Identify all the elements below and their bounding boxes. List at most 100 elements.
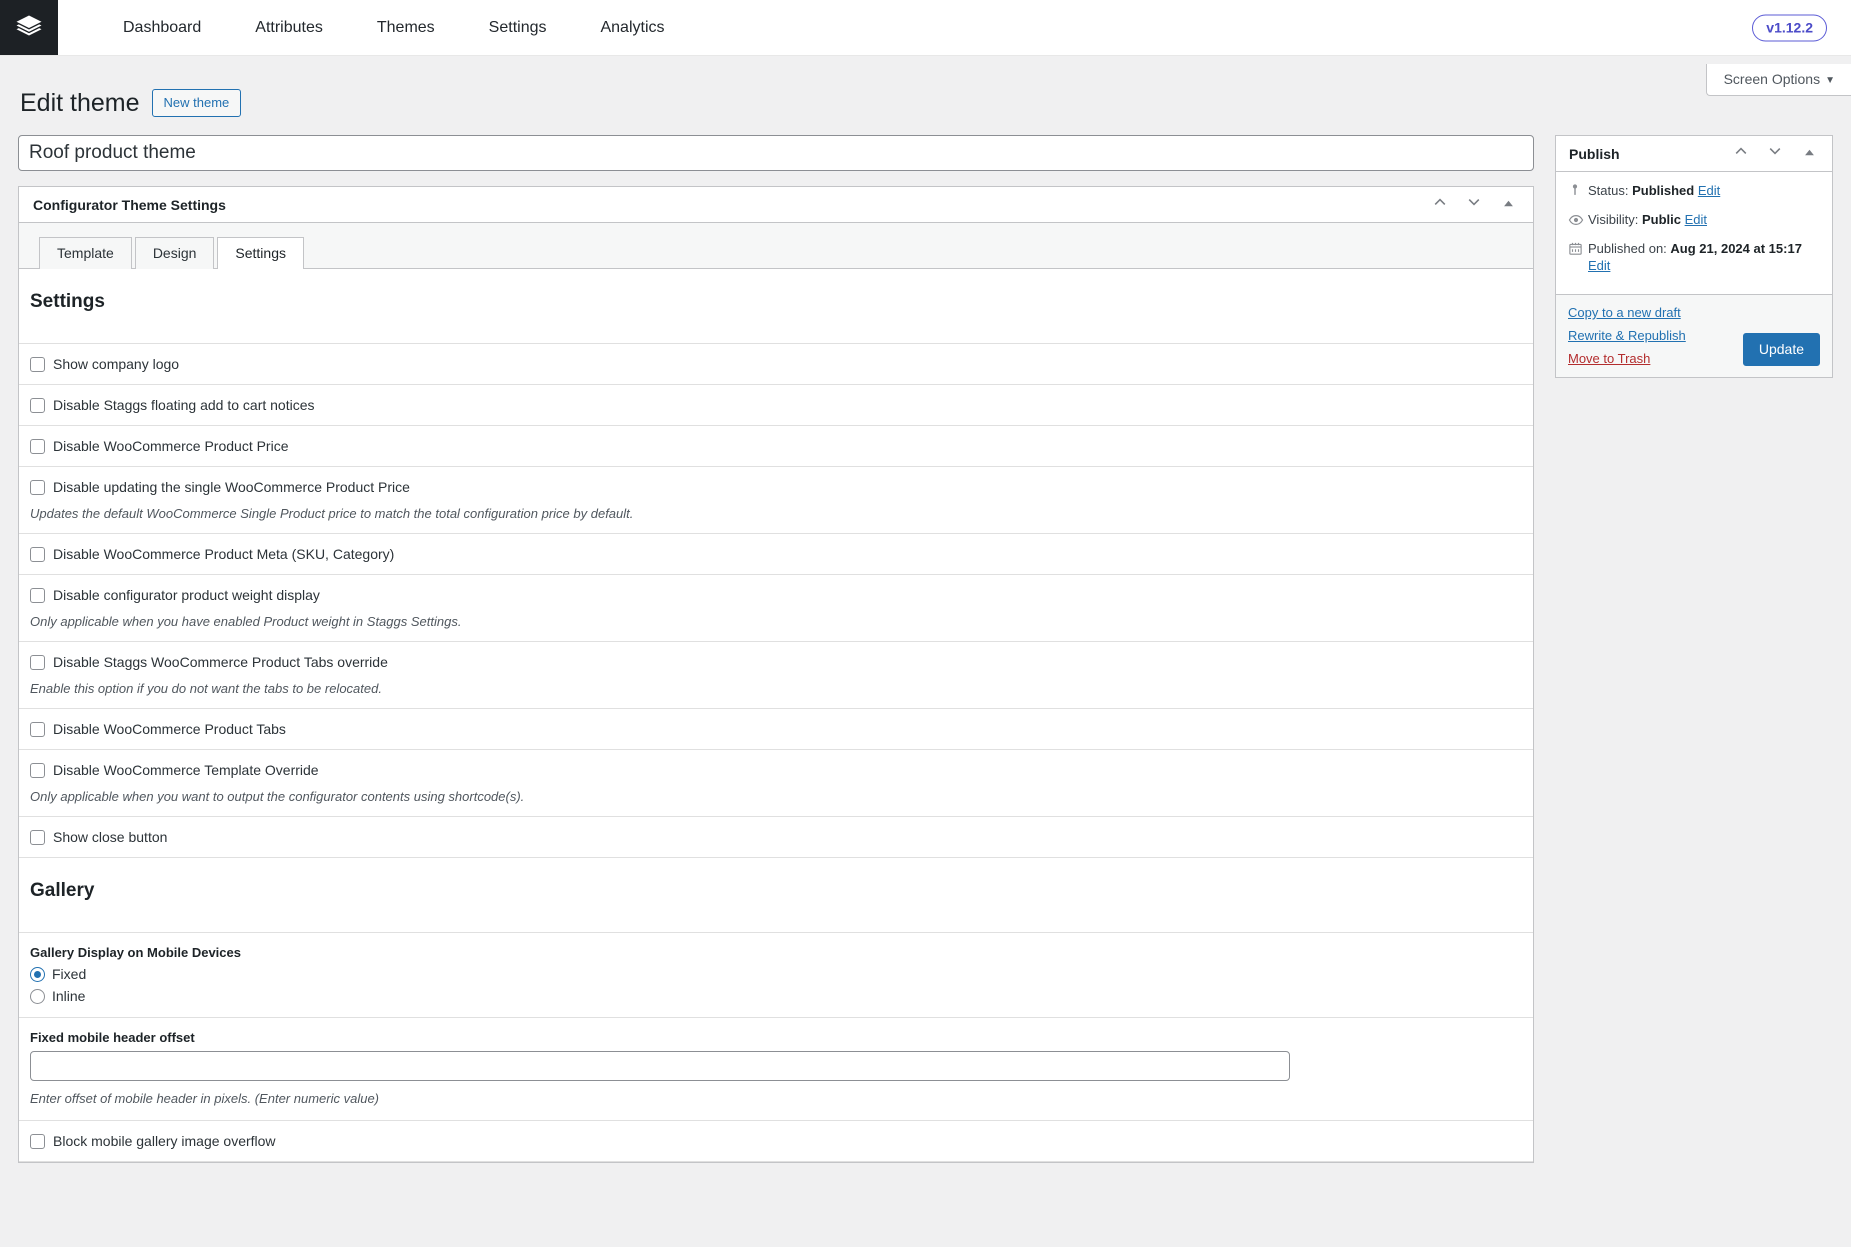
publish-visibility-text: Visibility: Public Edit bbox=[1588, 211, 1707, 228]
checkbox-show-company-logo[interactable] bbox=[30, 356, 45, 372]
publish-date-prefix: Published on: bbox=[1588, 241, 1667, 256]
publish-move-up-button[interactable] bbox=[1728, 141, 1754, 167]
triangle-up-icon bbox=[1804, 145, 1815, 163]
nav-item-analytics[interactable]: Analytics bbox=[573, 0, 691, 56]
checkbox-disable-floating-cart-notices[interactable] bbox=[30, 397, 45, 413]
chevron-up-icon bbox=[1733, 143, 1749, 164]
publish-date-text: Published on: Aug 21, 2024 at 15:17 Edit bbox=[1588, 240, 1820, 274]
option-row: Show close button bbox=[19, 817, 1533, 858]
screen-options-row: Screen Options ▼ bbox=[0, 56, 1851, 96]
version-badge[interactable]: v1.12.2 bbox=[1752, 14, 1827, 41]
configurator-theme-settings-metabox: Configurator Theme Settings Template Des… bbox=[18, 186, 1534, 1163]
update-button[interactable]: Update bbox=[1742, 333, 1820, 366]
publish-date-edit-link[interactable]: Edit bbox=[1588, 258, 1610, 273]
publish-handle-buttons bbox=[1728, 141, 1822, 167]
metabox-move-up-button[interactable] bbox=[1427, 192, 1453, 218]
layers-stack-icon bbox=[14, 13, 44, 43]
option-description: Only applicable when you want to output … bbox=[30, 789, 525, 804]
publish-status-prefix: Status: bbox=[1588, 183, 1629, 198]
mobile-header-offset-label: Fixed mobile header offset bbox=[30, 1030, 195, 1045]
tab-settings[interactable]: Settings bbox=[217, 237, 304, 269]
option-row: Disable updating the single WooCommerce … bbox=[19, 467, 1533, 534]
metabox-title: Configurator Theme Settings bbox=[33, 196, 226, 213]
publish-collapse-toggle[interactable] bbox=[1796, 141, 1822, 167]
tab-template[interactable]: Template bbox=[39, 237, 132, 269]
nav-item-themes[interactable]: Themes bbox=[350, 0, 462, 56]
option-label[interactable]: Disable WooCommerce Template Override bbox=[53, 761, 319, 779]
option-row: Disable WooCommerce Product Price bbox=[19, 426, 1533, 467]
mobile-header-offset-input[interactable] bbox=[30, 1051, 1290, 1081]
publish-status-value: Published bbox=[1632, 183, 1695, 198]
copy-to-new-draft-link[interactable]: Copy to a new draft bbox=[1568, 305, 1743, 320]
settings-section-header: Settings bbox=[19, 269, 1533, 344]
option-label[interactable]: Disable WooCommerce Product Tabs bbox=[53, 720, 286, 738]
chevron-up-icon bbox=[1432, 194, 1448, 215]
app-logo[interactable] bbox=[0, 0, 58, 55]
mobile-header-offset-row: Fixed mobile header offset Enter offset … bbox=[19, 1018, 1533, 1121]
option-label[interactable]: Disable updating the single WooCommerce … bbox=[53, 478, 410, 496]
nav-item-settings[interactable]: Settings bbox=[462, 0, 574, 56]
checkbox-disable-product-price[interactable] bbox=[30, 438, 45, 454]
radio-fixed[interactable] bbox=[30, 966, 45, 982]
checkbox-disable-product-tabs[interactable] bbox=[30, 721, 45, 737]
checkbox-disable-product-tabs-override[interactable] bbox=[30, 654, 45, 670]
publish-move-down-button[interactable] bbox=[1762, 141, 1788, 167]
checkbox-show-close-button[interactable] bbox=[30, 829, 45, 845]
main-column: Configurator Theme Settings bbox=[18, 135, 1534, 1163]
publish-status-edit-link[interactable]: Edit bbox=[1698, 183, 1720, 198]
option-label[interactable]: Disable Staggs WooCommerce Product Tabs … bbox=[53, 653, 388, 671]
option-description: Only applicable when you have enabled Pr… bbox=[30, 614, 462, 629]
radio-label[interactable]: Inline bbox=[52, 988, 85, 1004]
screen-options-button[interactable]: Screen Options ▼ bbox=[1705, 64, 1851, 96]
option-label[interactable]: Block mobile gallery image overflow bbox=[53, 1132, 276, 1150]
metabox-tabs: Template Design Settings bbox=[19, 223, 1533, 269]
move-to-trash-link[interactable]: Move to Trash bbox=[1568, 351, 1743, 366]
option-label[interactable]: Disable WooCommerce Product Meta (SKU, C… bbox=[53, 545, 394, 563]
pin-icon bbox=[1568, 183, 1588, 197]
nav-item-attributes[interactable]: Attributes bbox=[228, 0, 350, 56]
metabox-handle-buttons bbox=[1427, 192, 1521, 218]
option-label[interactable]: Show company logo bbox=[53, 355, 179, 373]
content-area: Configurator Theme Settings bbox=[0, 135, 1851, 1163]
option-row: Block mobile gallery image overflow bbox=[19, 1121, 1533, 1162]
radio-label[interactable]: Fixed bbox=[52, 966, 86, 982]
publish-status-line: Status: Published Edit bbox=[1568, 182, 1820, 199]
gallery-heading: Gallery bbox=[30, 880, 95, 901]
option-description: Updates the default WooCommerce Single P… bbox=[30, 506, 634, 521]
metabox-collapse-toggle[interactable] bbox=[1495, 192, 1521, 218]
tab-design[interactable]: Design bbox=[134, 237, 215, 269]
radio-option-fixed[interactable]: Fixed bbox=[30, 966, 1533, 982]
checkbox-block-mobile-gallery-overflow[interactable] bbox=[30, 1133, 45, 1149]
option-label[interactable]: Disable Staggs floating add to cart noti… bbox=[53, 396, 315, 414]
calendar-icon bbox=[1568, 241, 1588, 256]
rewrite-republish-link[interactable]: Rewrite & Republish bbox=[1568, 328, 1743, 343]
gallery-display-label: Gallery Display on Mobile Devices bbox=[30, 945, 241, 960]
publish-date-line: Published on: Aug 21, 2024 at 15:17 Edit bbox=[1568, 240, 1820, 274]
publish-header: Publish bbox=[1556, 136, 1832, 172]
publish-title: Publish bbox=[1569, 145, 1620, 162]
chevron-down-icon bbox=[1466, 194, 1482, 215]
checkbox-disable-product-weight-display[interactable] bbox=[30, 587, 45, 603]
publish-visibility-edit-link[interactable]: Edit bbox=[1685, 212, 1707, 227]
theme-title-input[interactable] bbox=[18, 135, 1534, 171]
screen-options-label: Screen Options bbox=[1723, 71, 1821, 87]
checkbox-disable-template-override[interactable] bbox=[30, 762, 45, 778]
publish-visibility-line: Visibility: Public Edit bbox=[1568, 211, 1820, 228]
sidebar-column: Publish Status: Published Edit Visibilit… bbox=[1555, 135, 1833, 378]
metabox-move-down-button[interactable] bbox=[1461, 192, 1487, 218]
settings-heading: Settings bbox=[30, 291, 105, 312]
checkbox-disable-product-meta[interactable] bbox=[30, 546, 45, 562]
option-label[interactable]: Disable WooCommerce Product Price bbox=[53, 437, 289, 455]
radio-option-inline[interactable]: Inline bbox=[30, 988, 1533, 1004]
publish-visibility-value: Public bbox=[1641, 212, 1681, 227]
nav-item-dashboard[interactable]: Dashboard bbox=[96, 0, 228, 56]
option-row: Disable Staggs floating add to cart noti… bbox=[19, 385, 1533, 426]
top-navigation-bar: Dashboard Attributes Themes Settings Ana… bbox=[0, 0, 1851, 56]
option-row: Disable Staggs WooCommerce Product Tabs … bbox=[19, 642, 1533, 709]
publish-visibility-prefix: Visibility: bbox=[1588, 212, 1639, 227]
radio-inline[interactable] bbox=[30, 988, 45, 1004]
option-label[interactable]: Disable configurator product weight disp… bbox=[53, 586, 320, 604]
option-label[interactable]: Show close button bbox=[53, 828, 167, 846]
checkbox-disable-updating-single-price[interactable] bbox=[30, 479, 45, 495]
publish-date-value: Aug 21, 2024 at 15:17 bbox=[1670, 241, 1802, 256]
